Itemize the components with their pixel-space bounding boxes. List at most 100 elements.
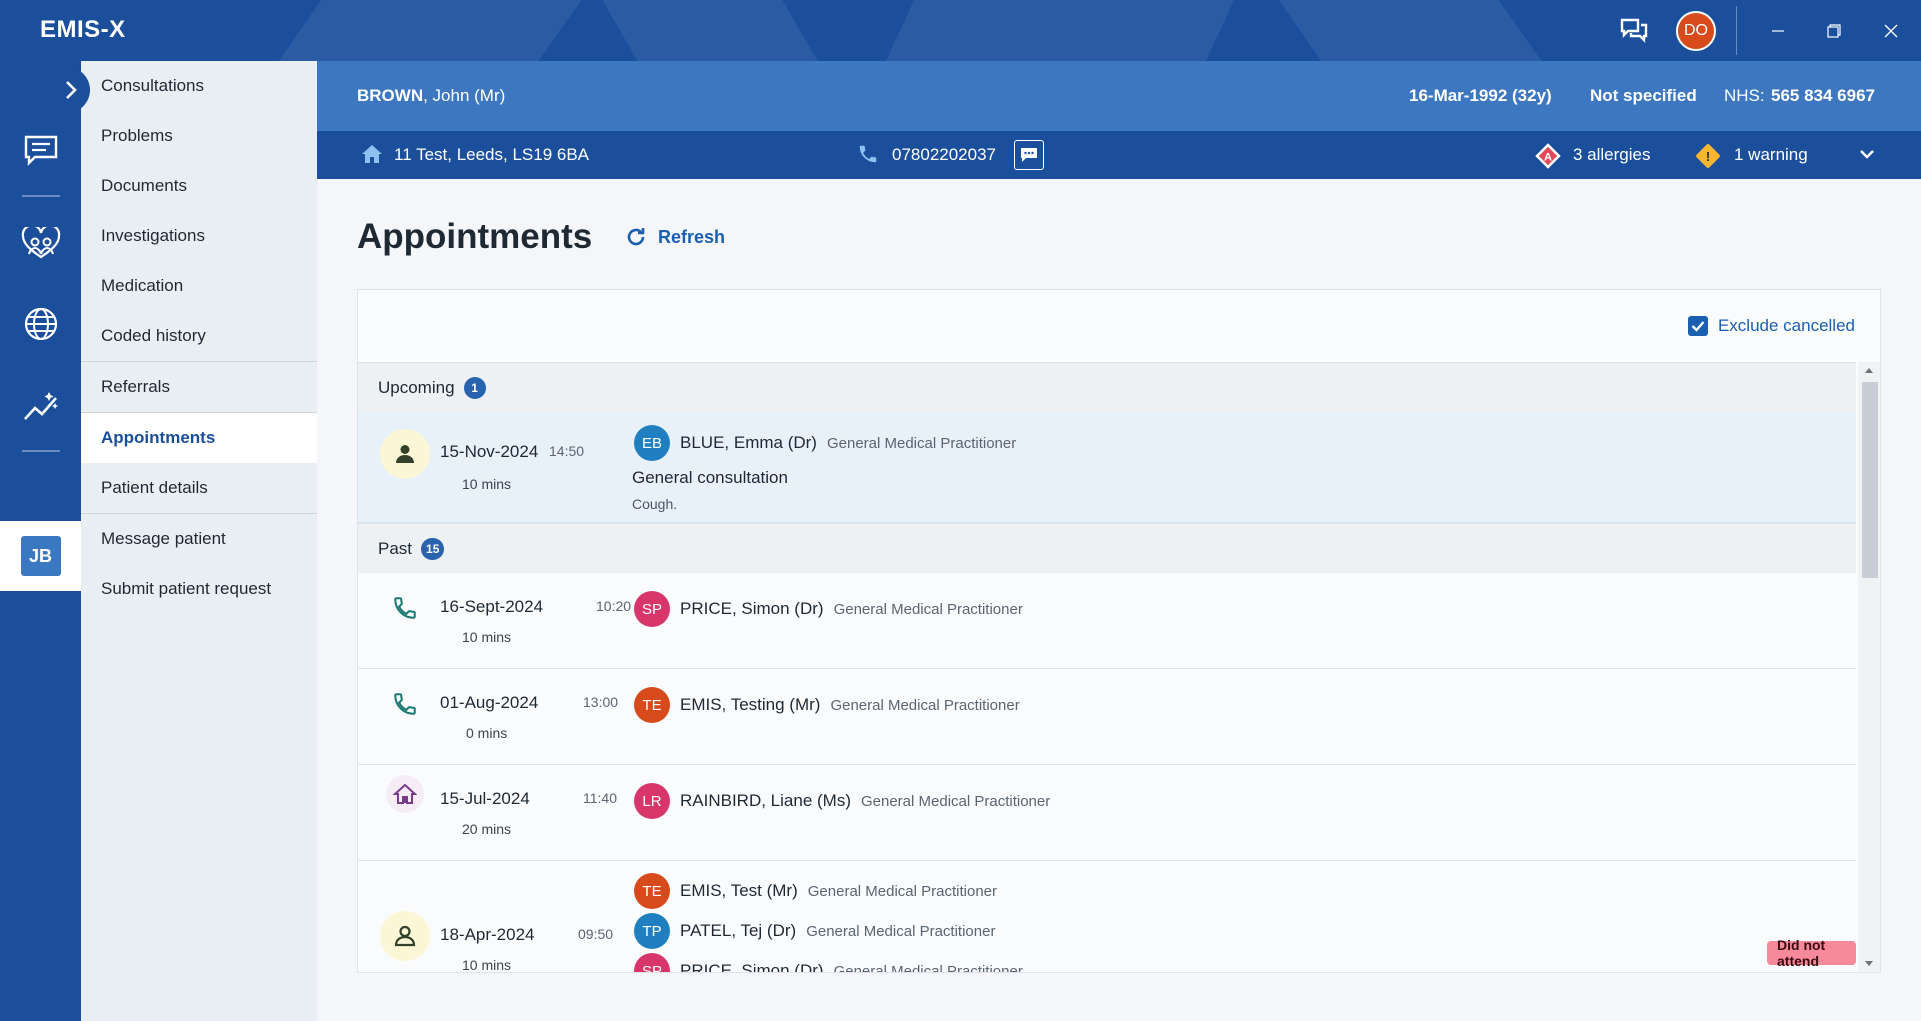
- clinician-name: RAINBIRD, Liane (Ms): [680, 791, 851, 810]
- appointment-row[interactable]: 15-Nov-2024 14:50 10 mins EB BLUE, Emma …: [358, 412, 1856, 523]
- patient-banner: BROWN, John (Mr) 16-Mar-1992 (32y) Not s…: [317, 61, 1921, 131]
- appointments-panel: Exclude cancelled Upcoming 1 15-Nov-2024…: [357, 289, 1881, 973]
- status-badge: Did not attend: [1767, 937, 1856, 969]
- scrollbar-thumb[interactable]: [1862, 382, 1878, 578]
- clinician: TP PATEL, Tej (Dr) General Medical Pract…: [634, 913, 995, 949]
- patient-forename: , John (Mr): [423, 86, 506, 105]
- warnings-summary[interactable]: 1 warning: [1734, 145, 1808, 165]
- refresh-icon: [627, 228, 645, 246]
- clinician-name: EMIS, Testing (Mr): [680, 695, 821, 714]
- list-scrollbar[interactable]: [1858, 362, 1880, 972]
- nav-item-referrals[interactable]: Referrals: [81, 362, 317, 412]
- svg-text:!: !: [1706, 149, 1710, 164]
- main-content: Appointments Refresh Exclude cancelled U…: [317, 179, 1921, 1021]
- patient-care-icon[interactable]: [0, 209, 81, 279]
- svg-text:A: A: [1544, 152, 1552, 164]
- appointment-duration: 20 mins: [462, 821, 512, 837]
- clinician-role: General Medical Practitioner: [806, 922, 996, 940]
- header-decoration: [885, 0, 1235, 61]
- nav-item-coded-history[interactable]: Coded history: [81, 311, 317, 361]
- minimize-button[interactable]: [1761, 14, 1795, 48]
- clinician-name: BLUE, Emma (Dr): [680, 433, 817, 452]
- clinician-name: EMIS, Test (Mr): [680, 881, 798, 900]
- home-icon: [361, 144, 383, 169]
- analytics-icon[interactable]: [0, 371, 81, 441]
- appointment-duration: 10 mins: [462, 957, 512, 972]
- clinician-name: PRICE, Simon (Dr): [680, 599, 824, 618]
- rail-divider: [22, 195, 60, 197]
- appointment-title: General consultation: [632, 468, 788, 487]
- appointment-row[interactable]: 01-Aug-2024 13:00 0 mins TE EMIS, Testin…: [358, 669, 1856, 765]
- appointment-date: 16-Sept-2024: [440, 597, 544, 616]
- patient-avatar: JB: [20, 536, 61, 576]
- exclude-cancelled-checkbox[interactable]: Exclude cancelled: [1687, 316, 1855, 336]
- clinician-avatar: TP: [634, 913, 670, 949]
- sms-button[interactable]: [1014, 140, 1044, 170]
- refresh-label: Refresh: [658, 226, 726, 247]
- nav-item-message-patient[interactable]: Message patient: [81, 514, 317, 564]
- patient-phone: 07802202037: [892, 145, 997, 164]
- nav-item-label: Investigations: [101, 226, 205, 245]
- restore-button[interactable]: [1817, 14, 1851, 48]
- patient-dob: 16-Mar-1992 (32y): [1409, 86, 1552, 105]
- section-upcoming: Upcoming 1: [358, 362, 1856, 412]
- user-avatar[interactable]: DO: [1676, 11, 1716, 51]
- sms-icon: [1021, 148, 1037, 162]
- refresh-button[interactable]: Refresh: [624, 225, 725, 249]
- appointment-time: 10:20: [596, 598, 632, 614]
- title-bar: EMIS-X DO: [0, 0, 1921, 61]
- section-label: Past: [378, 538, 413, 558]
- patient-surname: BROWN: [357, 86, 424, 105]
- app-logo: EMIS-X: [40, 16, 126, 43]
- appointment-row[interactable]: 18-Apr-2024 09:50 10 mins TE EMIS, Test …: [358, 861, 1856, 972]
- header-decoration: [602, 0, 818, 61]
- home-visit-icon: [386, 775, 424, 813]
- left-rail: JB: [0, 61, 81, 1021]
- nav-item-problems[interactable]: Problems: [81, 111, 317, 161]
- nav-item-medication[interactable]: Medication: [81, 261, 317, 311]
- clinician-role: General Medical Practitioner: [833, 600, 1023, 618]
- clinician-avatar: EB: [634, 425, 670, 461]
- appointment-time: 14:50: [549, 443, 585, 459]
- clinician: SP PRICE, Simon (Dr) General Medical Pra…: [634, 591, 1023, 627]
- exclude-cancelled-label: Exclude cancelled: [1717, 316, 1855, 335]
- checkbox-checked-icon: [1687, 316, 1708, 336]
- banner-expand-icon[interactable]: [1858, 145, 1876, 168]
- nav-item-label: Documents: [101, 176, 187, 195]
- clinician-avatar: SP: [634, 953, 670, 972]
- nav-item-appointments[interactable]: Appointments: [81, 413, 317, 463]
- appointment-row[interactable]: 16-Sept-2024 10:20 10 mins SP PRICE, Sim…: [358, 573, 1856, 669]
- page-title: Appointments: [357, 217, 593, 256]
- close-button[interactable]: [1874, 14, 1908, 48]
- nav-item-consultations[interactable]: Consultations: [81, 61, 317, 111]
- appointment-row[interactable]: 15-Jul-2024 11:40 20 mins LR RAINBIRD, L…: [358, 765, 1856, 861]
- clinician: TE EMIS, Test (Mr) General Medical Pract…: [634, 873, 997, 909]
- allergy-icon: A: [1534, 142, 1562, 175]
- appointment-time: 09:50: [578, 926, 614, 942]
- clinician-avatar: TE: [634, 687, 670, 723]
- scroll-up-icon[interactable]: [1864, 366, 1874, 374]
- record-nav: Consultations Problems Documents Investi…: [81, 61, 317, 1021]
- nav-item-documents[interactable]: Documents: [81, 161, 317, 211]
- patient-name[interactable]: BROWN, John (Mr): [357, 86, 505, 106]
- appointment-time: 13:00: [583, 694, 619, 710]
- patient-address: 11 Test, Leeds, LS19 6BA: [394, 145, 590, 164]
- nav-item-investigations[interactable]: Investigations: [81, 211, 317, 261]
- nav-item-submit-patient-request[interactable]: Submit patient request: [81, 564, 317, 614]
- messages-icon[interactable]: [0, 115, 81, 185]
- phone-icon: [380, 679, 430, 729]
- allergies-summary[interactable]: 3 allergies: [1573, 145, 1651, 165]
- scroll-down-icon[interactable]: [1864, 960, 1874, 968]
- appointment-duration: 10 mins: [462, 476, 512, 492]
- rail-patient-record[interactable]: JB: [0, 521, 81, 591]
- phone-icon: [380, 583, 430, 633]
- appointment-duration: 10 mins: [462, 629, 512, 645]
- header-decoration: [278, 0, 582, 61]
- clinician: EB BLUE, Emma (Dr) General Medical Pract…: [634, 425, 1016, 461]
- globe-icon[interactable]: [0, 289, 81, 359]
- chat-icon[interactable]: [1616, 12, 1652, 48]
- appointment-note: Cough.: [632, 496, 678, 512]
- count-badge: 1: [463, 376, 486, 399]
- nav-item-patient-details[interactable]: Patient details: [81, 463, 317, 513]
- patient-banner-details: 11 Test, Leeds, LS19 6BA 07802202037 A 3…: [317, 131, 1921, 179]
